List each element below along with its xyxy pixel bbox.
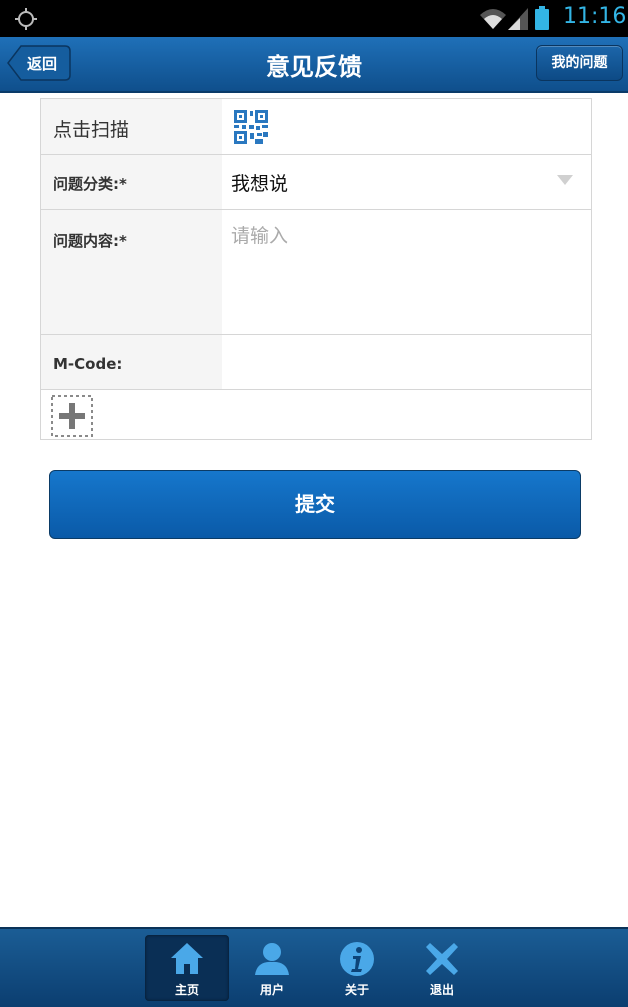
status-clock: 11:16 — [563, 4, 627, 29]
bottom-tab-bar: 主页 用户 关于 退出 — [0, 927, 628, 1007]
add-attachment-icon[interactable] — [51, 395, 93, 437]
tab-about[interactable]: 关于 — [315, 935, 399, 1001]
close-icon — [426, 943, 458, 975]
content-row: 问题内容:* 请输入 — [41, 210, 591, 335]
home-icon — [171, 943, 203, 974]
mcode-label: M-Code: — [53, 355, 123, 373]
qr-code-icon[interactable] — [233, 109, 269, 145]
content-label: 问题内容:* — [53, 232, 127, 250]
tab-exit-label: 退出 — [429, 983, 454, 997]
category-row[interactable]: 问题分类:* 我想说 — [41, 155, 591, 210]
tab-user-label: 用户 — [259, 983, 284, 997]
my-questions-button[interactable]: 我的问题 — [536, 45, 623, 81]
content-textarea[interactable]: 请输入 — [231, 221, 288, 248]
dropdown-arrow-icon[interactable] — [557, 175, 573, 185]
wifi-icon — [480, 9, 506, 29]
scan-row[interactable]: 点击扫描 — [41, 99, 591, 155]
info-icon — [340, 942, 374, 976]
content-label-cell — [41, 210, 222, 334]
scan-label: 点击扫描 — [53, 119, 130, 141]
mcode-input[interactable] — [231, 349, 581, 375]
page-title: 意见反馈 — [266, 53, 362, 81]
user-icon — [255, 943, 289, 975]
tab-exit[interactable]: 退出 — [400, 935, 484, 1001]
signal-icon — [508, 8, 528, 30]
category-label: 问题分类:* — [53, 175, 127, 193]
battery-icon — [535, 6, 549, 30]
tab-home[interactable]: 主页 — [145, 935, 229, 1001]
header-bar: 返回 意见反馈 我的问题 — [0, 37, 628, 93]
status-bar: 11:16 — [0, 0, 628, 37]
feedback-form: 点击扫描 问题分类:* 我想说 问题内容:* 请输入 M-Code: — [40, 98, 592, 440]
tab-user[interactable]: 用户 — [230, 935, 314, 1001]
mcode-row: M-Code: — [41, 335, 591, 390]
tab-home-label: 主页 — [174, 983, 199, 997]
category-select[interactable]: 我想说 — [231, 169, 288, 196]
tab-about-label: 关于 — [344, 983, 369, 997]
attachment-row — [41, 390, 591, 439]
gps-icon — [15, 8, 37, 30]
submit-button[interactable]: 提交 — [49, 470, 581, 539]
